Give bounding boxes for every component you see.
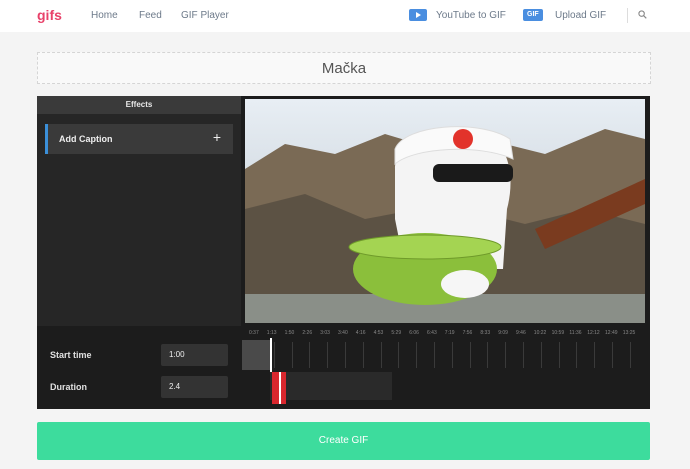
timeline-tick-line: [416, 342, 418, 368]
gif-upload-icon[interactable]: GIF: [523, 9, 543, 21]
logo[interactable]: gifs: [37, 7, 62, 23]
add-caption-button[interactable]: Add Caption +: [45, 124, 233, 154]
timeline-tick-label: 1:13: [266, 330, 277, 336]
timeline-tick-label: 10:22: [533, 330, 547, 336]
timeline-tick-label: 1:50: [284, 330, 295, 336]
timeline-tick-line: [487, 342, 489, 368]
timeline[interactable]: 0:37 1:13 1:50 2:26 3:03 3:40 4:16 4:53 5:29 6:06…: [242, 326, 650, 409]
nav-home[interactable]: Home: [91, 10, 118, 21]
video-preview: [245, 99, 645, 323]
nav-upload-gif[interactable]: Upload GIF: [555, 10, 606, 21]
timeline-tick-label: 13:25: [622, 330, 636, 336]
timeline-tick-label: 7:56: [462, 330, 473, 336]
timeline-tick-line: [451, 342, 453, 368]
timeline-tick-line: [398, 342, 400, 368]
timeline-tick-label: 12:49: [605, 330, 618, 336]
cat-video-frame: [245, 99, 645, 323]
gif-title-field[interactable]: Mačka: [37, 52, 651, 84]
timeline-tick-label: 6:06: [409, 330, 419, 336]
timeline-tick-label: 10:59: [551, 330, 565, 336]
timeline-tick-line: [434, 342, 435, 368]
timeline-tick-label: 3:40: [338, 330, 348, 336]
nav-youtube-to-gif[interactable]: YouTube to GIF: [436, 10, 506, 21]
top-navigation: gifs Home Feed GIF Player YouTube to GIF…: [0, 0, 690, 32]
plus-icon: +: [212, 129, 221, 145]
effects-header: Effects: [37, 96, 241, 114]
timeline-tick-label: 6:43: [427, 330, 437, 336]
timeline-tick-label: 12:12: [587, 330, 600, 336]
start-time-label: Start time: [50, 350, 92, 360]
timeline-tick-line: [469, 342, 471, 368]
nav-divider: [627, 8, 628, 23]
selection-track: [270, 372, 392, 400]
timeline-tick-line: [345, 342, 346, 368]
timeline-tick-line: [576, 342, 578, 368]
timeline-tick-line: [629, 342, 631, 368]
timeline-tick-label: 9:46: [516, 330, 526, 336]
create-gif-button[interactable]: Create GIF: [37, 422, 650, 460]
timeline-tick-label: 4:53: [373, 330, 384, 336]
youtube-icon[interactable]: [409, 9, 427, 21]
timeline-tick-line: [523, 342, 524, 368]
add-caption-label: Add Caption: [59, 134, 113, 144]
gif-title: Mačka: [321, 60, 367, 77]
timeline-tick-line: [380, 342, 382, 368]
timeline-tick-line: [558, 342, 560, 368]
timeline-tick-line: [505, 342, 507, 368]
timeline-tick-line: [291, 342, 293, 368]
gif-editor: Effects Add Caption + Start time 1:00 Du…: [37, 96, 650, 409]
timeline-tick-label: 7:19: [444, 330, 455, 336]
timeline-tick-label: 5:29: [391, 330, 402, 336]
timeline-tick-line: [327, 342, 329, 368]
duration-input[interactable]: 2.4: [161, 376, 228, 398]
timeline-tick-label: 11:36: [569, 330, 582, 336]
timeline-tick-label: 0:37: [249, 330, 259, 336]
nav-feed[interactable]: Feed: [139, 10, 162, 21]
timeline-played-region: [242, 340, 272, 370]
start-time-input[interactable]: 1:00: [161, 344, 228, 366]
effects-panel: Effects Add Caption +: [37, 96, 241, 326]
duration-label: Duration: [50, 382, 87, 392]
timeline-tick-line: [612, 342, 613, 368]
timeline-tick-label: 8:33: [480, 330, 491, 336]
timeline-tick-line: [362, 342, 364, 368]
timeline-tick-label: 4:16: [355, 330, 366, 336]
timeline-tick-line: [540, 342, 542, 368]
playhead[interactable]: [270, 338, 272, 372]
timeline-tick-line: [309, 342, 311, 368]
search-icon[interactable]: [638, 10, 647, 19]
timeline-tick-label: 3:03: [320, 330, 330, 336]
selection-handle[interactable]: [279, 372, 281, 404]
nav-gif-player[interactable]: GIF Player: [181, 10, 229, 21]
timeline-tick-line: [273, 342, 275, 368]
timeline-tick-line: [594, 342, 596, 368]
timeline-tick-label: 9:09: [498, 330, 508, 336]
timeline-tick-label: 2:26: [302, 330, 313, 336]
